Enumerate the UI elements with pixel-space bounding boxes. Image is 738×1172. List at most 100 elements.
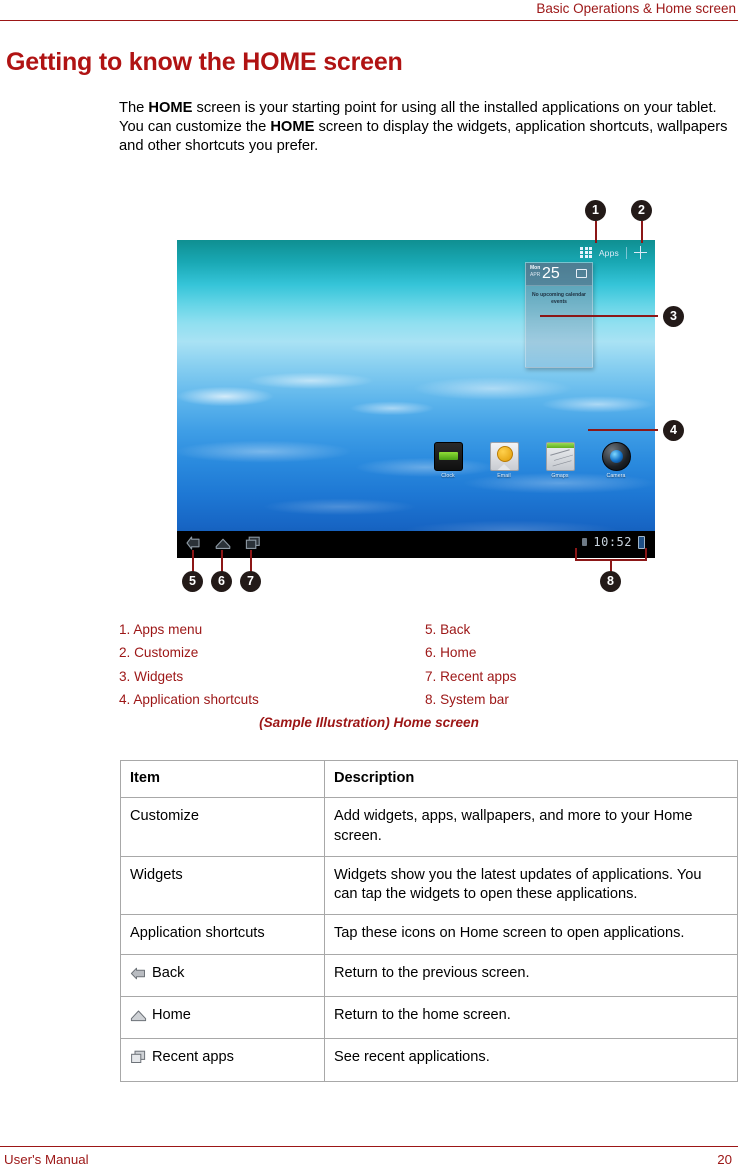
callout-badge-3: 3 — [663, 306, 684, 327]
recent-apps-icon — [130, 1050, 147, 1070]
leader-line-7 — [250, 550, 252, 572]
calendar-month: APR — [530, 271, 541, 278]
intro-paragraph: The HOME screen is your starting point f… — [119, 99, 737, 157]
apps-bar: Apps — [580, 246, 647, 259]
leader-line-5 — [192, 550, 194, 572]
table-cell-item: Widgets — [120, 855, 325, 916]
callout-badge-8: 8 — [600, 571, 621, 592]
clock-icon — [433, 442, 463, 471]
back-icon — [130, 967, 147, 986]
table-row: Application shortcuts Tap these icons on… — [120, 914, 738, 955]
page-header: Basic Operations & Home screen — [0, 0, 738, 22]
table-header-description: Description — [324, 759, 738, 799]
table-header-row: Item Description — [120, 759, 738, 799]
illustration-caption: (Sample Illustration) Home screen — [259, 715, 479, 730]
notification-icon — [582, 538, 588, 546]
callout-badge-2: 2 — [631, 200, 652, 221]
apps-menu-icon[interactable] — [580, 246, 592, 259]
callout-badge-6: 6 — [211, 571, 232, 592]
system-bar-status[interactable]: 10:52 — [582, 535, 645, 549]
table-row: Customize Add widgets, apps, wallpapers,… — [120, 797, 738, 857]
home-icon[interactable] — [215, 537, 231, 550]
table-row: Home Return to the home screen. — [120, 996, 738, 1040]
shortcut-label: Email — [497, 473, 511, 479]
table-row: Back Return to the previous screen. — [120, 953, 738, 998]
leader-line-8-right — [645, 548, 647, 560]
apps-menu-label[interactable]: Apps — [599, 248, 619, 258]
table-cell-item-label: Recent apps — [152, 1049, 234, 1066]
table-cell-item-label: Home — [152, 1007, 191, 1024]
camera-icon — [601, 442, 631, 471]
application-shortcuts: Clock Email Gmaps Camera — [429, 442, 635, 479]
table-cell-item: Customize — [120, 797, 325, 857]
legend-item: 3. Widgets — [119, 668, 184, 684]
leader-line-2 — [641, 221, 643, 243]
home-screen-illustration: Apps Mon APR 25 No upcoming calendar eve… — [0, 190, 738, 610]
shortcut-gmaps[interactable]: Gmaps — [541, 442, 579, 479]
table-cell-item: Home — [120, 996, 325, 1040]
running-head: Basic Operations & Home screen — [536, 1, 736, 16]
table-row: Widgets Widgets show you the latest upda… — [120, 855, 738, 916]
intro-bold-home-2: HOME — [270, 119, 315, 136]
page-title: Getting to know the HOME screen — [6, 48, 403, 76]
maps-icon — [545, 442, 575, 471]
table-cell-item-label: Back — [152, 964, 185, 981]
back-icon[interactable] — [186, 536, 201, 550]
leader-line-1 — [595, 221, 597, 243]
callout-badge-5: 5 — [182, 571, 203, 592]
recent-apps-icon[interactable] — [245, 536, 261, 550]
leader-line-6 — [221, 550, 223, 572]
header-divider — [0, 20, 738, 21]
legend-item: 4. Application shortcuts — [119, 691, 259, 707]
status-clock: 10:52 — [593, 535, 632, 549]
system-bar-navigation — [186, 536, 261, 550]
shortcut-label: Gmaps — [551, 473, 569, 479]
table-cell-item: Application shortcuts — [120, 914, 325, 955]
table-header-item: Item — [120, 759, 325, 799]
table-cell-item: Recent apps — [120, 1038, 325, 1082]
table-cell-item: Back — [120, 953, 325, 998]
intro-bold-home-1: HOME — [148, 100, 193, 116]
legend-item: 8. System bar — [425, 691, 509, 707]
legend-item: 6. Home — [425, 645, 477, 661]
legend-item: 7. Recent apps — [425, 668, 517, 684]
callout-badge-1: 1 — [585, 200, 606, 221]
legend-column-left: 1. Apps menu 2. Customize 3. Widgets 4. … — [119, 618, 259, 711]
shortcut-clock[interactable]: Clock — [429, 442, 467, 479]
home-icon — [130, 1009, 147, 1028]
tablet-screen: Apps Mon APR 25 No upcoming calendar eve… — [177, 240, 655, 558]
shortcut-label: Clock — [441, 473, 455, 479]
legend-item: 5. Back — [425, 622, 471, 637]
calendar-day-of-week: Mon — [530, 265, 541, 271]
leader-line-4 — [588, 429, 658, 431]
legend-column-right: 5. Back 6. Home 7. Recent apps 8. System… — [425, 618, 516, 711]
email-icon — [489, 442, 519, 471]
table-cell-description: Return to the previous screen. — [324, 953, 738, 998]
customize-plus-icon[interactable] — [634, 246, 647, 259]
legend-item: 1. Apps menu — [119, 622, 203, 637]
table-cell-description: Return to the home screen. — [324, 996, 738, 1040]
callout-badge-7: 7 — [240, 571, 261, 592]
table-cell-description: See recent applications. — [324, 1038, 738, 1082]
footer-manual-label: User's Manual — [4, 1152, 89, 1167]
calendar-add-event-icon[interactable] — [576, 269, 587, 278]
leader-line-3 — [540, 315, 658, 317]
intro-part-1: The — [119, 100, 149, 116]
table-cell-description: Tap these icons on Home screen to open a… — [324, 914, 738, 955]
calendar-widget-header: Mon APR 25 — [526, 263, 592, 286]
battery-icon — [638, 535, 645, 549]
shortcut-camera[interactable]: Camera — [597, 442, 635, 479]
table-cell-description: Add widgets, apps, wallpapers, and more … — [324, 797, 738, 857]
footer-page-number: 20 — [717, 1152, 732, 1167]
calendar-widget-body: No upcoming calendar events — [532, 292, 586, 305]
callout-badge-4: 4 — [663, 420, 684, 441]
table-row: Recent apps See recent applications. — [120, 1038, 738, 1082]
legend-item: 2. Customize — [119, 645, 199, 661]
item-description-table: Item Description Customize Add widgets, … — [120, 759, 738, 1082]
system-bar: 10:52 — [177, 531, 655, 558]
shortcut-email[interactable]: Email — [485, 442, 523, 479]
calendar-day-number: 25 — [542, 265, 560, 282]
apps-bar-divider — [626, 246, 627, 259]
shortcut-label: Camera — [606, 473, 626, 479]
footer-divider — [0, 1146, 738, 1147]
